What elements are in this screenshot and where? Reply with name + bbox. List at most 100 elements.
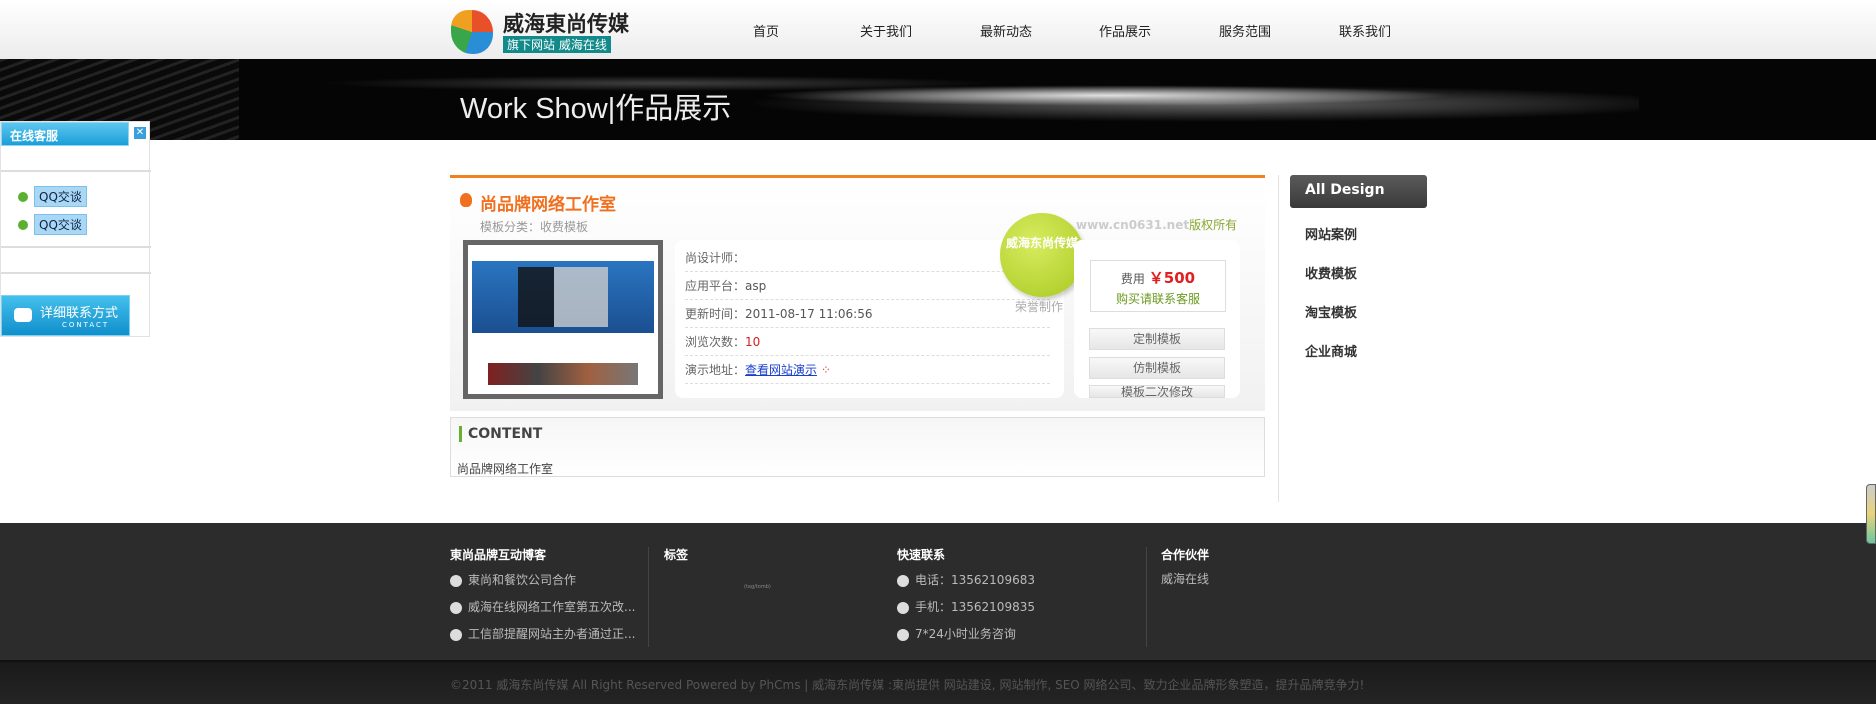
watermark: www.cn0631.net版权所有 bbox=[1076, 216, 1237, 233]
thumbnail-devices bbox=[518, 267, 608, 327]
online-service-panel: 在线客服 ✕ QQ交谈 QQ交谈 详细联系方式 CONTACT bbox=[0, 121, 151, 337]
mobile-text: 手机：13562109835 bbox=[915, 600, 1035, 614]
footer-blog-title: 東尚品牌互动博客 bbox=[450, 548, 547, 562]
logo-subtitle: 旗下网站 威海在线 bbox=[503, 36, 611, 53]
product-category: 模板分类：收费模板 bbox=[480, 220, 589, 234]
nav-about[interactable]: 关于我们 bbox=[860, 21, 912, 40]
info-value: 10 bbox=[745, 335, 761, 349]
info-row-updated: 更新时间：2011-08-17 11:06:56 bbox=[685, 300, 1050, 328]
qq-row: QQ交谈 bbox=[18, 214, 87, 235]
price-label: 费用 bbox=[1120, 272, 1145, 286]
nav-services[interactable]: 服务范围 bbox=[1219, 21, 1271, 40]
contact-sub: CONTACT bbox=[62, 321, 110, 329]
info-row-platform: 应用平台：asp bbox=[685, 272, 1050, 300]
product-thumbnail[interactable] bbox=[463, 240, 663, 399]
sidebar-item-paid-templates[interactable]: 收费模板 bbox=[1305, 263, 1357, 282]
divider bbox=[1278, 175, 1279, 502]
copyright-bar: ©2011 威海东尚传媒 All Right Reserved Powered … bbox=[0, 660, 1876, 704]
qq-chat-button[interactable]: QQ交谈 bbox=[34, 186, 87, 207]
footer-contact-title: 快速联系 bbox=[897, 548, 946, 562]
info-row-designer: 尚设计师： bbox=[685, 244, 1050, 272]
online-service-title: 在线客服 bbox=[1, 122, 129, 146]
copy-template-button[interactable]: 仿制模板 bbox=[1089, 357, 1225, 379]
logo-name: 威海東尚传媒 bbox=[503, 12, 629, 36]
content-section: CONTENT 尚品牌网络工作室 bbox=[450, 417, 1265, 477]
side-toolbar-handle[interactable] bbox=[1866, 484, 1876, 544]
contact-details-button[interactable]: 详细联系方式 CONTACT bbox=[1, 295, 130, 336]
content-text: 尚品牌网络工作室 bbox=[457, 462, 554, 476]
banner-light-wave bbox=[239, 59, 1639, 140]
demo-link[interactable]: 查看网站演示 bbox=[745, 363, 817, 377]
footer-blog-item[interactable]: 威海在线网络工作室第五次改... bbox=[450, 598, 635, 615]
banner-title: Work Show|作品展示 bbox=[460, 93, 732, 125]
price-panel: 费用 ￥500 购买请联系客服 定制模板 仿制模板 模板二次修改 bbox=[1074, 240, 1240, 398]
brand-sticker: 威海东尚传媒 bbox=[1000, 213, 1084, 297]
info-row-demo: 演示地址：查看网站演示 ⁘ bbox=[685, 356, 1050, 384]
divider bbox=[1146, 547, 1147, 647]
product-title: 尚品牌网络工作室 bbox=[480, 195, 616, 215]
site-header: 威海東尚传媒 旗下网站 威海在线 首页 关于我们 最新动态 作品展示 服务范围 … bbox=[0, 0, 1876, 59]
footer-link[interactable]: 東尚和餐饮公司合作 bbox=[468, 573, 576, 587]
info-label: 尚设计师： bbox=[685, 251, 746, 265]
info-value: asp bbox=[745, 279, 767, 293]
info-value: 2011-08-17 11:06:56 bbox=[745, 307, 873, 321]
footer-blog-item[interactable]: 工信部提醒网站主办者通过正... bbox=[450, 625, 635, 642]
phone-text: 电话：13562109683 bbox=[915, 573, 1035, 587]
info-label: 演示地址： bbox=[685, 363, 746, 377]
sidebar-item-enterprise-mall[interactable]: 企业商城 bbox=[1305, 341, 1357, 360]
sidebar-active-all-design[interactable]: All Design bbox=[1290, 175, 1427, 208]
logo[interactable]: 威海東尚传媒 旗下网站 威海在线 bbox=[451, 10, 629, 54]
thumbnail-strip bbox=[488, 363, 638, 385]
price-value: ￥500 bbox=[1148, 269, 1196, 287]
contact-label: 详细联系方式 bbox=[40, 306, 119, 321]
arrow-circle-icon bbox=[897, 601, 909, 614]
nav-works[interactable]: 作品展示 bbox=[1099, 21, 1151, 40]
copyright-text: ©2011 威海东尚传媒 All Right Reserved Powered … bbox=[450, 678, 1365, 692]
product-panel: 尚品牌网络工作室 模板分类：收费模板 www.cn0631.net版权所有 尚设… bbox=[450, 175, 1265, 411]
banner bbox=[0, 59, 1876, 140]
hours-text: 7*24小时业务咨询 bbox=[915, 627, 1016, 641]
sparkle-icon: ⁘ bbox=[817, 363, 831, 377]
arrow-circle-icon bbox=[450, 574, 462, 587]
footer-link[interactable]: 工信部提醒网站主办者通过正... bbox=[468, 627, 635, 641]
buy-note: 购买请联系客服 bbox=[1115, 292, 1200, 306]
custom-template-button[interactable]: 定制模板 bbox=[1089, 328, 1225, 350]
footer-tags-text: (tag/tomb) bbox=[744, 584, 771, 590]
partner-link[interactable]: 威海在线 bbox=[1161, 570, 1209, 587]
footer-link[interactable]: 威海在线网络工作室第五次改... bbox=[468, 600, 635, 614]
watermark-suffix: 版权所有 bbox=[1189, 218, 1238, 232]
modify-template-button[interactable]: 模板二次修改 bbox=[1089, 385, 1225, 398]
info-label: 浏览次数： bbox=[685, 335, 746, 349]
arrow-circle-icon bbox=[450, 601, 462, 614]
divider bbox=[1, 272, 151, 274]
footer: 東尚品牌互动博客 東尚和餐饮公司合作 威海在线网络工作室第五次改... 工信部提… bbox=[0, 523, 1876, 660]
nav-home[interactable]: 首页 bbox=[753, 21, 779, 40]
arrow-circle-icon bbox=[450, 628, 462, 641]
online-check-icon bbox=[18, 191, 28, 202]
sidebar-item-taobao-templates[interactable]: 淘宝模板 bbox=[1305, 302, 1357, 321]
content-heading: CONTENT bbox=[459, 426, 542, 442]
price-box: 费用 ￥500 购买请联系客服 bbox=[1090, 260, 1226, 312]
footer-partners-title: 合作伙伴 bbox=[1161, 548, 1210, 562]
sidebar-item-cases[interactable]: 网站案例 bbox=[1305, 224, 1357, 243]
watermark-site: www.cn0631.net bbox=[1076, 218, 1190, 232]
sticker-sub: 荣誉制作 bbox=[1015, 300, 1064, 314]
info-row-views: 浏览次数：10 bbox=[685, 328, 1050, 356]
divider bbox=[1, 170, 151, 172]
qq-row: QQ交谈 bbox=[18, 186, 87, 207]
footer-contact-item: 电话：13562109683 bbox=[897, 571, 1035, 588]
footer-blog-item[interactable]: 東尚和餐饮公司合作 bbox=[450, 571, 576, 588]
footer-contact-item: 7*24小时业务咨询 bbox=[897, 625, 1016, 642]
online-check-icon bbox=[18, 219, 28, 230]
title-bullet-icon bbox=[460, 193, 472, 207]
nav-contact[interactable]: 联系我们 bbox=[1339, 21, 1391, 40]
nav-news[interactable]: 最新动态 bbox=[980, 21, 1032, 40]
chat-bubble-icon bbox=[14, 308, 32, 322]
logo-mark-icon bbox=[451, 10, 493, 54]
footer-contact-item: 手机：13562109835 bbox=[897, 598, 1035, 615]
arrow-circle-icon bbox=[897, 628, 909, 641]
footer-tags-title: 标签 bbox=[664, 548, 689, 562]
qq-chat-button[interactable]: QQ交谈 bbox=[34, 214, 87, 235]
info-label: 应用平台： bbox=[685, 279, 746, 293]
close-icon[interactable]: ✕ bbox=[134, 127, 146, 139]
